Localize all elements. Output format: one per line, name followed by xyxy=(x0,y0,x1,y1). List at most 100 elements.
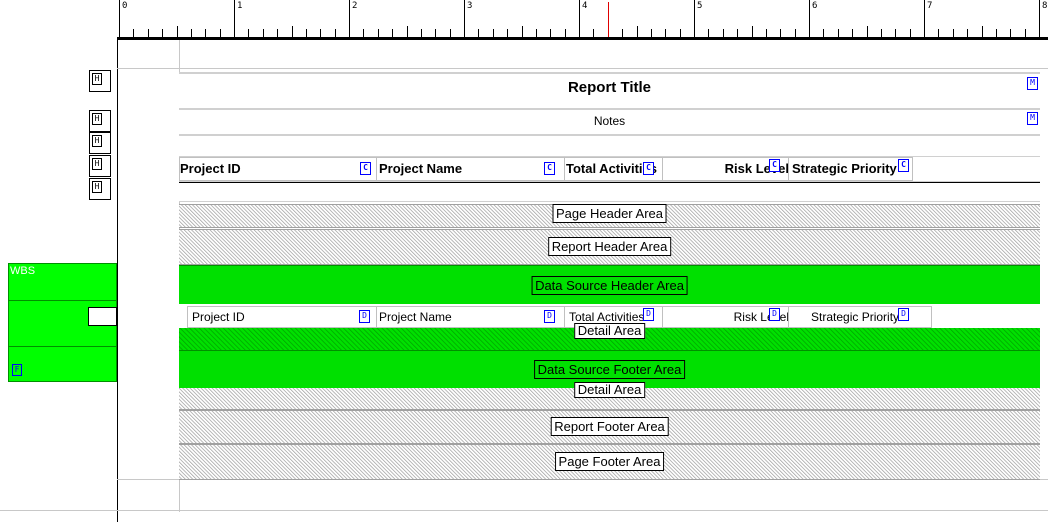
notes-section[interactable]: Notes M xyxy=(179,108,1040,135)
detail-field-marker[interactable]: D xyxy=(359,310,370,323)
column-header-section[interactable]: Project ID C Project Name C Total Activi… xyxy=(179,156,1040,182)
column-header-marker[interactable]: C xyxy=(360,162,371,175)
ruler-minor-tick xyxy=(335,29,336,37)
ruler-minor-tick xyxy=(407,26,408,37)
ruler-minor-tick xyxy=(205,29,206,37)
ruler-minor-tick xyxy=(292,26,293,37)
detail-field-project-name[interactable]: Project Name D xyxy=(376,306,568,328)
ruler-minor-tick xyxy=(953,29,954,37)
report-footer-area[interactable]: Report Footer Area xyxy=(179,410,1040,444)
ruler-number: 2 xyxy=(352,1,358,11)
column-header-marker[interactable]: C xyxy=(643,162,654,175)
section-handle-column-headers[interactable]: H xyxy=(89,155,111,177)
report-title-section[interactable]: Report Title M xyxy=(179,72,1040,109)
ruler-number: 8 xyxy=(1042,1,1048,11)
ruler-minor-tick xyxy=(522,26,523,37)
ruler-minor-tick xyxy=(593,29,594,37)
ruler-minor-tick xyxy=(895,29,896,37)
column-header-marker[interactable]: C xyxy=(769,159,780,172)
detail-field-project-id[interactable]: Project ID D xyxy=(187,306,382,328)
wbs-group-panel[interactable]: WBS F xyxy=(8,263,117,382)
column-header-total-activities[interactable]: Total Activities C xyxy=(564,157,664,181)
ruler-major-tick xyxy=(349,0,350,37)
page-header-area[interactable]: Page Header Area xyxy=(179,204,1040,228)
section-handle-notes[interactable]: H xyxy=(89,110,111,132)
report-footer-area-label: Report Footer Area xyxy=(550,417,669,436)
header-rule-section[interactable] xyxy=(179,182,1040,202)
ruler-major-tick xyxy=(119,0,120,37)
detail-field-marker[interactable]: D xyxy=(898,308,909,321)
ruler-minor-tick xyxy=(263,29,264,37)
ruler-corner xyxy=(0,0,117,40)
column-header-marker[interactable]: C xyxy=(898,159,909,172)
horizontal-ruler[interactable]: 0 1 2 3 4 5 6 7 8 xyxy=(117,0,1048,40)
ruler-minor-tick xyxy=(1010,29,1011,37)
ruler-minor-tick xyxy=(133,29,134,37)
left-margin-border xyxy=(117,40,118,522)
ruler-minor-tick xyxy=(392,29,393,37)
ruler-minor-tick xyxy=(938,29,939,37)
ruler-number: 7 xyxy=(927,1,933,11)
ruler-minor-tick xyxy=(982,26,983,37)
column-header-strategic-priority[interactable]: Strategic Priority C xyxy=(788,157,913,181)
ruler-major-tick xyxy=(1039,0,1040,37)
report-header-area-label: Report Header Area xyxy=(547,237,672,256)
ruler-number: 5 xyxy=(697,1,703,11)
page-footer-area[interactable]: Page Footer Area xyxy=(179,444,1040,480)
wbs-group-label: WBS xyxy=(10,265,36,277)
ruler-minor-tick xyxy=(248,29,249,37)
ruler-minor-tick xyxy=(708,29,709,37)
ruler-minor-tick xyxy=(852,29,853,37)
ruler-minor-tick xyxy=(823,29,824,37)
ruler-minor-tick xyxy=(737,29,738,37)
group-footer-marker[interactable]: F xyxy=(12,364,22,376)
ruler-minor-tick xyxy=(536,29,537,37)
column-header-project-id[interactable]: Project ID C xyxy=(179,157,378,181)
ruler-minor-tick xyxy=(162,29,163,37)
ruler-minor-tick xyxy=(651,29,652,37)
detail-area-label: Detail Area xyxy=(573,323,646,339)
ruler-minor-tick xyxy=(910,29,911,37)
section-handle-report-title[interactable]: H xyxy=(89,70,111,92)
wbs-group-field[interactable] xyxy=(88,307,117,326)
notes-macro-marker[interactable]: M xyxy=(1027,112,1038,125)
report-notes[interactable]: Notes xyxy=(179,114,1040,128)
detail-field-marker[interactable]: D xyxy=(544,310,555,323)
ruler-minor-tick xyxy=(665,29,666,37)
detail-field-marker[interactable]: D xyxy=(769,308,780,321)
ruler-major-tick xyxy=(234,0,235,37)
column-header-project-name[interactable]: Project Name C xyxy=(376,157,568,181)
data-source-header-area[interactable]: Data Source Header Area xyxy=(179,265,1040,305)
ruler-minor-tick xyxy=(795,29,796,37)
detail-field-strategic-priority[interactable]: Strategic Priority D xyxy=(788,306,932,328)
ruler-minor-tick xyxy=(996,29,997,37)
report-title[interactable]: Report Title xyxy=(179,79,1040,96)
column-header-marker[interactable]: C xyxy=(544,162,555,175)
ruler-minor-tick xyxy=(421,29,422,37)
ruler-minor-tick xyxy=(306,29,307,37)
ruler-minor-tick xyxy=(838,29,839,37)
ruler-minor-tick xyxy=(723,29,724,37)
ruler-minor-tick xyxy=(277,29,278,37)
detail-field-marker[interactable]: D xyxy=(643,308,654,321)
page-footer-area-label: Page Footer Area xyxy=(554,452,665,471)
detail-area-lower[interactable]: Detail Area xyxy=(179,382,1040,410)
column-header-risk-level[interactable]: Risk Level C xyxy=(662,157,793,181)
detail-field-risk-level[interactable]: Risk Level D xyxy=(662,306,804,328)
section-handle-header-rule[interactable]: H xyxy=(89,178,111,200)
ruler-minor-tick xyxy=(148,29,149,37)
ruler-minor-tick xyxy=(450,29,451,37)
ruler-number: 1 xyxy=(237,1,243,11)
ruler-minor-tick xyxy=(622,29,623,37)
section-handle-blank[interactable]: H xyxy=(89,132,111,154)
title-macro-marker[interactable]: M xyxy=(1027,77,1038,90)
ruler-minor-tick xyxy=(191,29,192,37)
detail-area[interactable]: Detail Area xyxy=(179,323,1040,350)
blank-header-section[interactable] xyxy=(179,134,1040,157)
report-header-area[interactable]: Report Header Area xyxy=(179,229,1040,265)
ruler-minor-tick xyxy=(320,29,321,37)
ruler-number: 3 xyxy=(467,1,473,11)
ruler-minor-tick xyxy=(967,29,968,37)
ruler-minor-tick xyxy=(378,29,379,37)
ruler-minor-tick xyxy=(680,29,681,37)
